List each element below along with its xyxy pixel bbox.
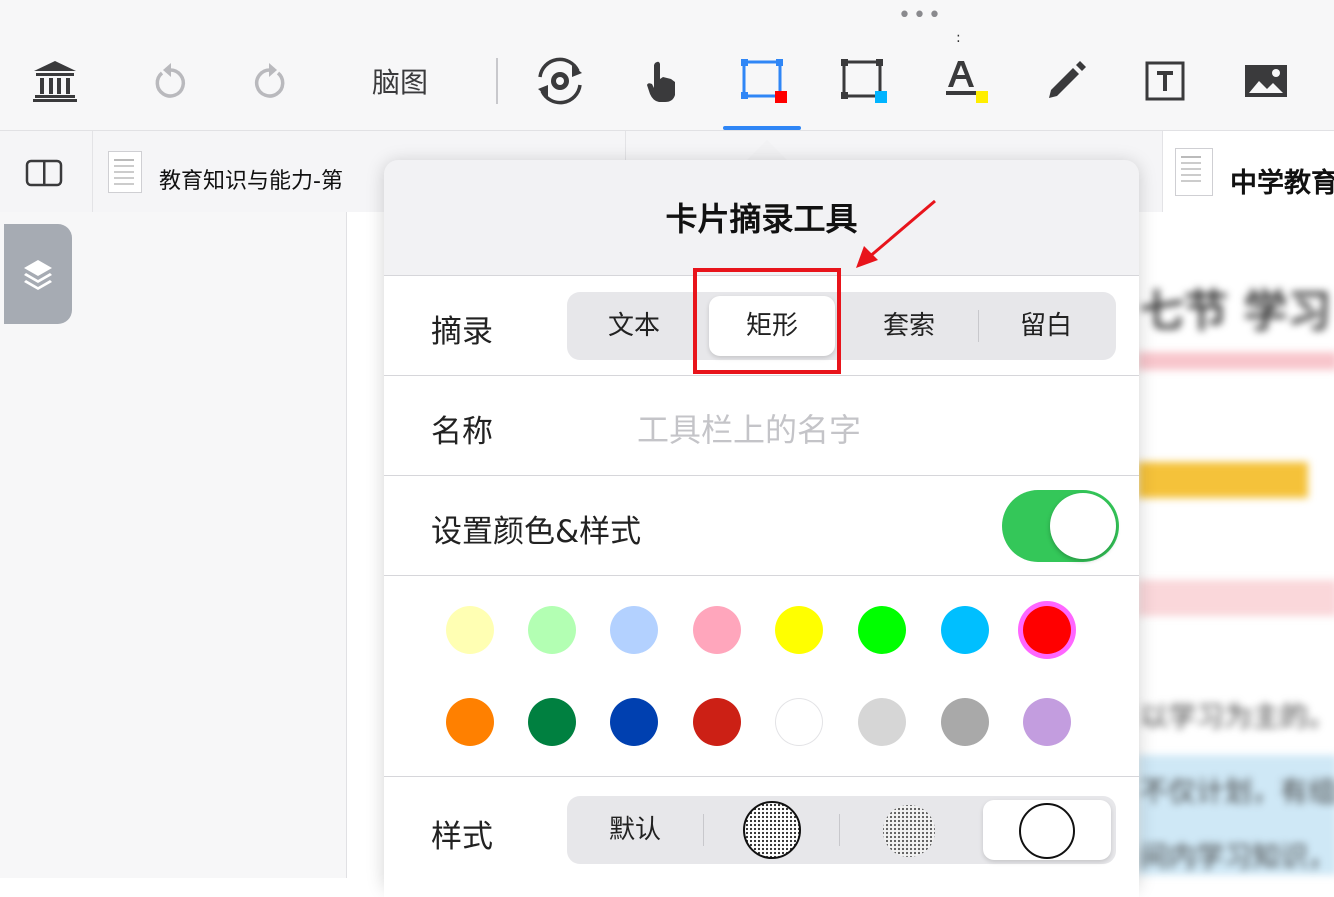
style-option-default[interactable]: 默认	[575, 800, 695, 860]
name-label: 名称	[431, 414, 493, 450]
empty-circle-icon	[1019, 802, 1075, 859]
color-swatch[interactable]	[528, 606, 576, 654]
undo-icon[interactable]	[150, 56, 190, 106]
style-row: 样式 默认	[384, 776, 1139, 897]
color-swatch[interactable]	[941, 606, 989, 654]
segment-divider	[978, 310, 979, 342]
doc-highlight-pink-2	[1138, 580, 1334, 616]
excerpt-option-lasso[interactable]: 套索	[845, 296, 973, 356]
excerpt-option-blank[interactable]: 留白	[981, 296, 1111, 356]
color-swatch[interactable]	[1023, 698, 1071, 746]
name-row: 名称 工具栏上的名字	[384, 375, 1139, 476]
dotted-circle-icon	[883, 804, 935, 857]
color-style-label: 设置颜色&样式	[431, 514, 642, 550]
excerpt-type-segmented-control: 文本 矩形 套索 留白	[567, 292, 1116, 360]
style-option-dotted-outlined[interactable]	[709, 800, 835, 860]
redo-icon[interactable]	[250, 56, 290, 106]
color-swatch[interactable]	[858, 698, 906, 746]
color-swatch[interactable]	[610, 698, 658, 746]
doc-highlight-yellow	[1138, 462, 1308, 498]
library-icon[interactable]	[30, 56, 80, 106]
dotted-circle-outlined-icon	[743, 801, 801, 859]
split-view-icon[interactable]	[25, 159, 63, 191]
popover-title: 卡片摘录工具	[665, 200, 858, 238]
pencil-icon[interactable]	[1042, 56, 1090, 106]
top-toolbar: ••• : 脑图	[0, 0, 1334, 131]
color-swatch[interactable]	[775, 606, 823, 654]
doc-text-blurred: 以学习为主的。	[1140, 700, 1334, 733]
active-tool-indicator	[723, 126, 801, 130]
excerpt-option-text[interactable]: 文本	[567, 296, 701, 356]
color-swatch[interactable]	[1023, 606, 1071, 654]
rect-excerpt-red-icon[interactable]	[738, 56, 790, 106]
segment-divider	[839, 814, 840, 846]
style-option-empty[interactable]	[983, 800, 1111, 860]
color-swatch[interactable]	[693, 606, 741, 654]
more-dots[interactable]: •••	[898, 3, 943, 28]
color-swatch[interactable]	[775, 698, 823, 746]
annotation-arrow-icon	[856, 199, 936, 268]
doc-text-blurred-3: 间内学习知识，	[1140, 840, 1334, 873]
color-swatch[interactable]	[446, 698, 494, 746]
color-swatch[interactable]	[528, 698, 576, 746]
hand-pointer-icon[interactable]	[642, 56, 682, 106]
color-swatch[interactable]	[941, 698, 989, 746]
doc-heading-blurred: 七节 学习	[1140, 286, 1332, 337]
image-icon[interactable]	[1242, 56, 1290, 106]
text-highlight-icon[interactable]	[942, 56, 990, 106]
tab-document-3-label: 中学教育	[1230, 168, 1334, 199]
color-swatch[interactable]	[693, 698, 741, 746]
color-style-toggle[interactable]	[1002, 490, 1119, 562]
excerpt-label: 摘录	[431, 314, 493, 350]
style-segmented-control: 默认	[567, 796, 1116, 864]
segment-divider	[703, 814, 704, 846]
toolbar-divider	[496, 58, 498, 104]
color-swatch[interactable]	[446, 606, 494, 654]
name-input[interactable]: 工具栏上的名字	[637, 405, 861, 451]
popover-caret	[745, 140, 789, 162]
rotate-settings-icon[interactable]	[532, 56, 588, 106]
color-swatch[interactable]	[858, 606, 906, 654]
annotation-highlight-box	[693, 268, 841, 374]
rect-excerpt-blue-icon[interactable]	[838, 56, 890, 106]
color-swatches-row	[384, 575, 1139, 776]
layers-button[interactable]	[4, 224, 72, 324]
doc-highlight-pink	[1138, 352, 1334, 370]
toggle-knob	[1050, 493, 1116, 559]
doc-text-blurred-2: 不仅计划，有组织	[1140, 775, 1334, 808]
style-option-dotted[interactable]	[845, 800, 973, 860]
tab-document-1-label: 教育知识与能力-第	[159, 169, 343, 194]
document-thumbnail-icon	[108, 151, 142, 193]
document-thumbnail-icon	[1175, 148, 1213, 196]
color-swatch[interactable]	[610, 606, 658, 654]
color-style-row: 设置颜色&样式	[384, 475, 1139, 576]
style-label: 样式	[431, 819, 493, 855]
text-box-icon[interactable]	[1142, 56, 1188, 106]
layers-icon	[24, 260, 52, 290]
colon-mark: :	[956, 30, 961, 46]
mindmap-button[interactable]: 脑图	[365, 56, 435, 106]
